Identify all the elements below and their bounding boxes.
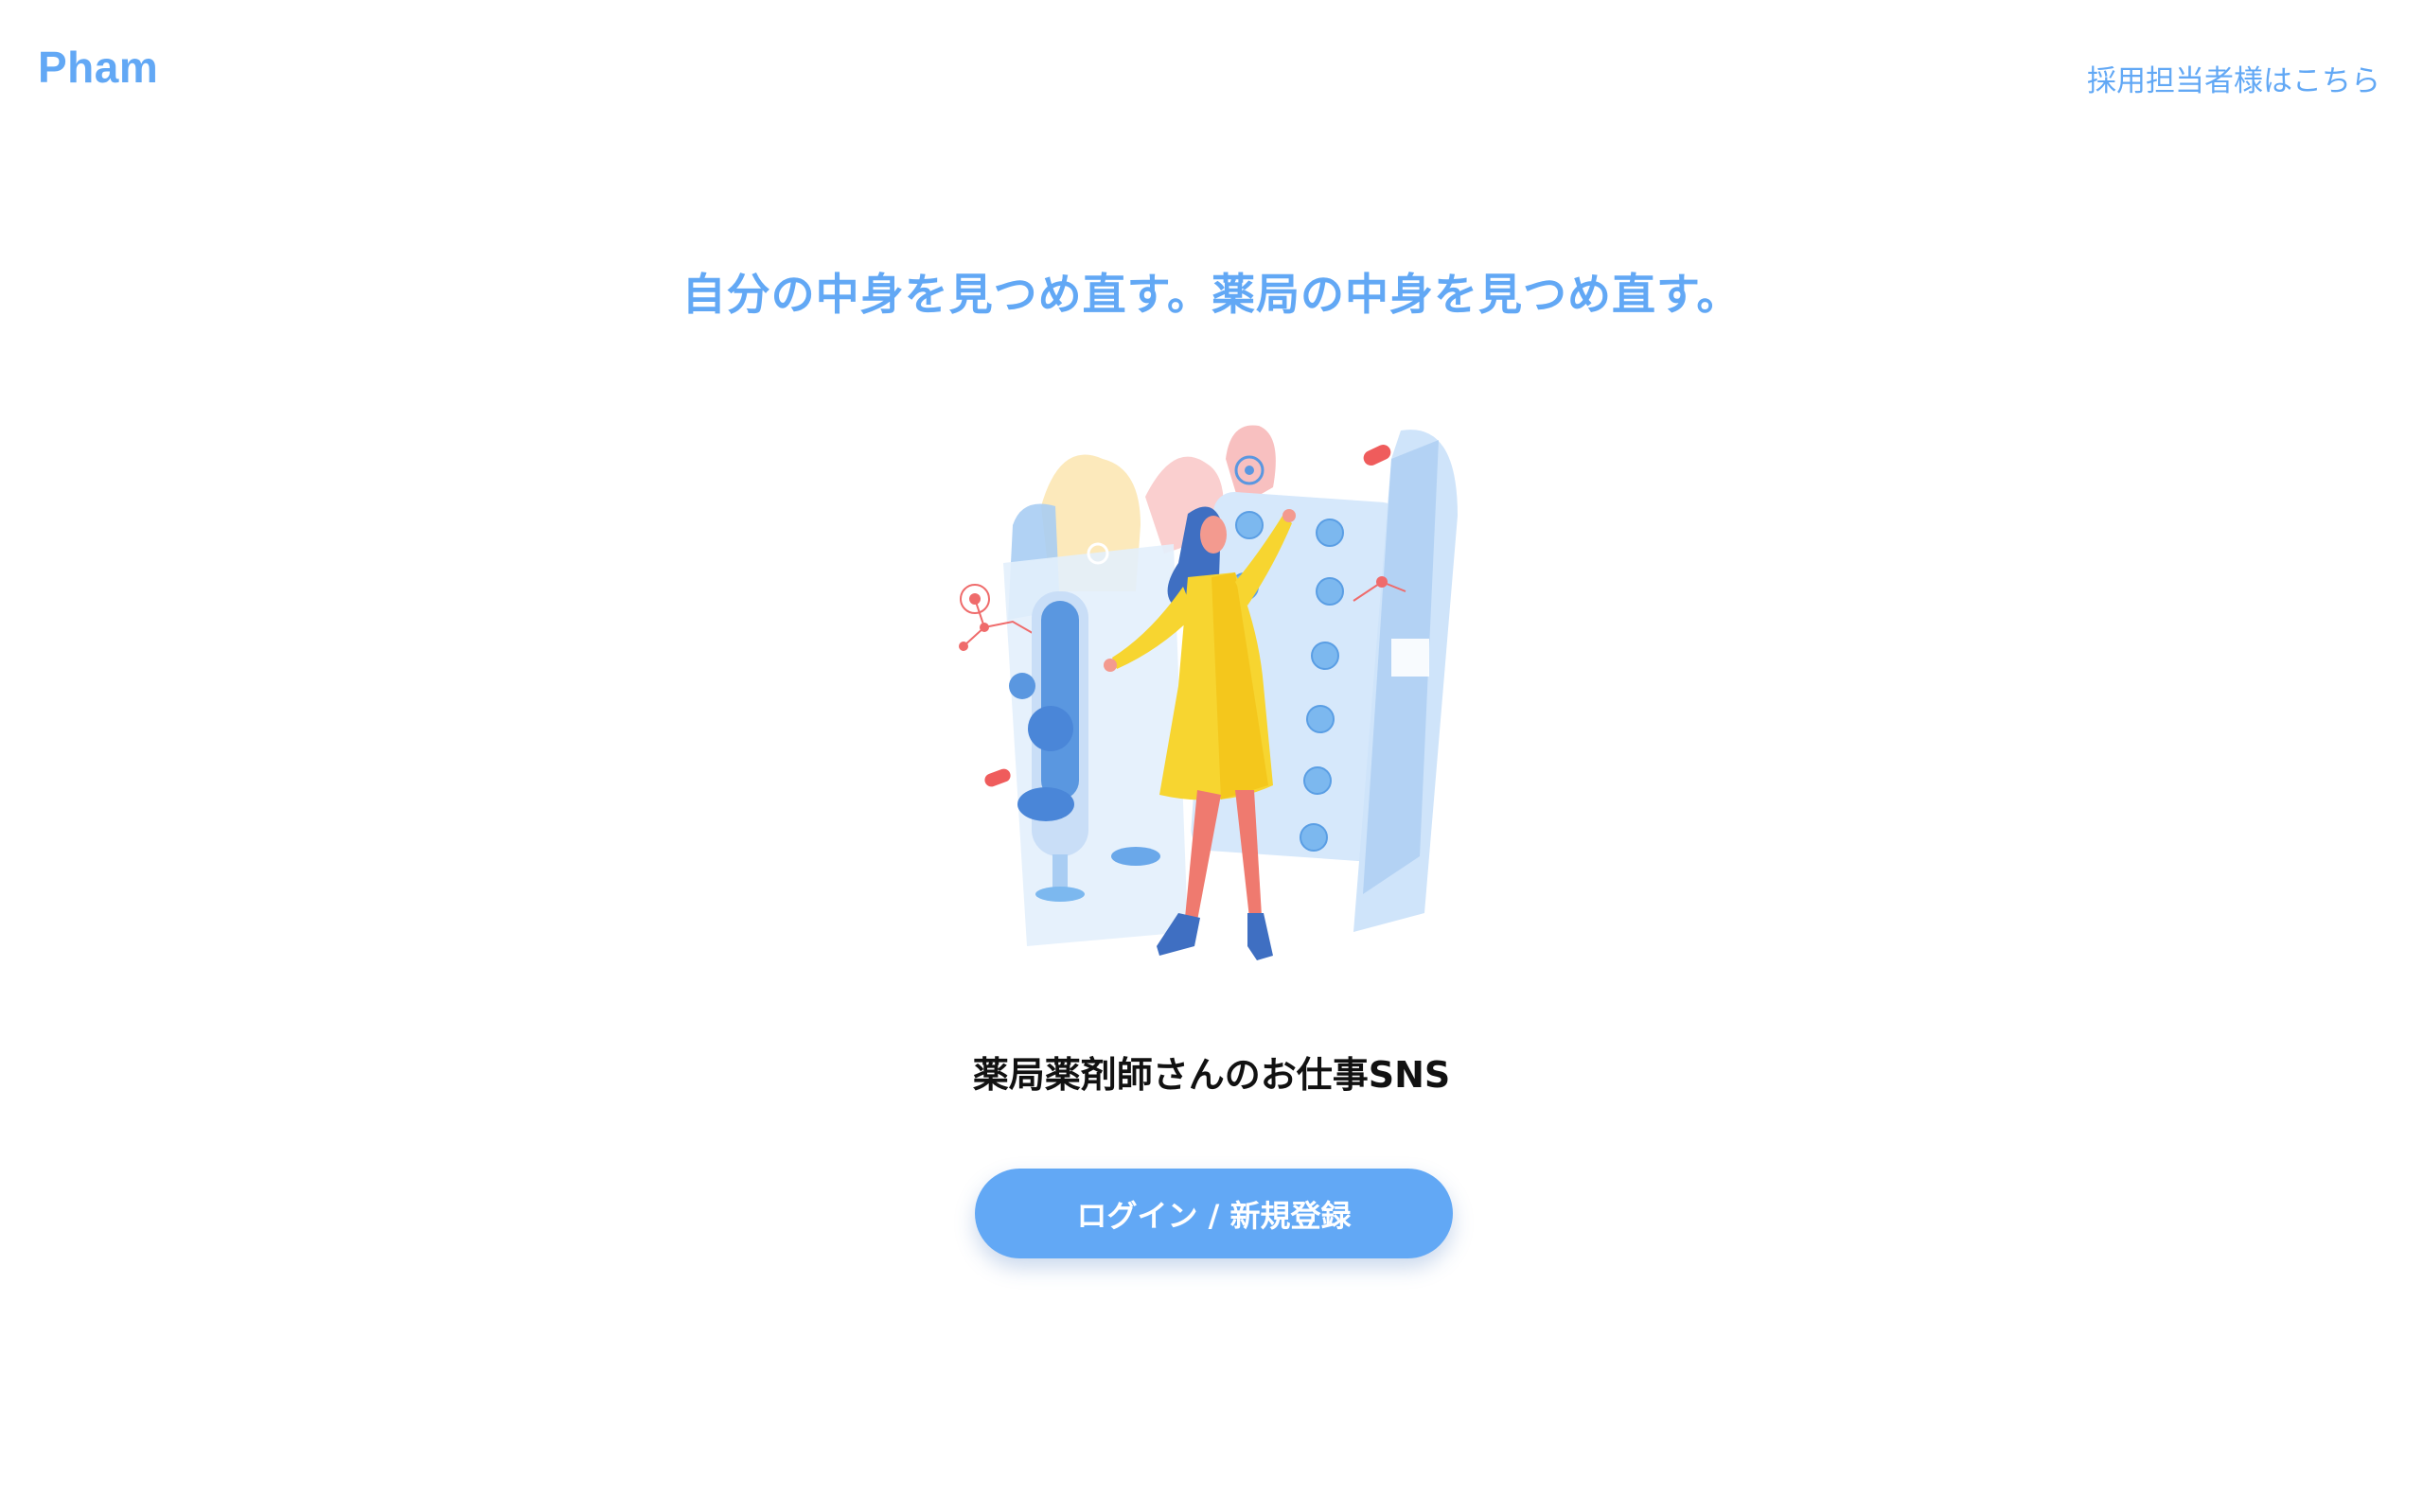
recruiter-link[interactable]: 採用担当者様はこちら [2087, 57, 2380, 99]
site-logo[interactable]: Pham [38, 42, 158, 93]
landing-page: Pham 採用担当者様はこちら 自分の中身を見つめ直す。薬局の中身を見つめ直す。 [0, 0, 2423, 1512]
service-description: 薬局薬剤師さんのお仕事SNS [972, 1054, 1451, 1096]
hero-tagline: 自分の中身を見つめ直す。薬局の中身を見つめ直す。 [681, 269, 1742, 320]
login-signup-button[interactable]: ログイン / 新規登録 [975, 1169, 1453, 1258]
pharmacist-illustration [959, 425, 1458, 960]
